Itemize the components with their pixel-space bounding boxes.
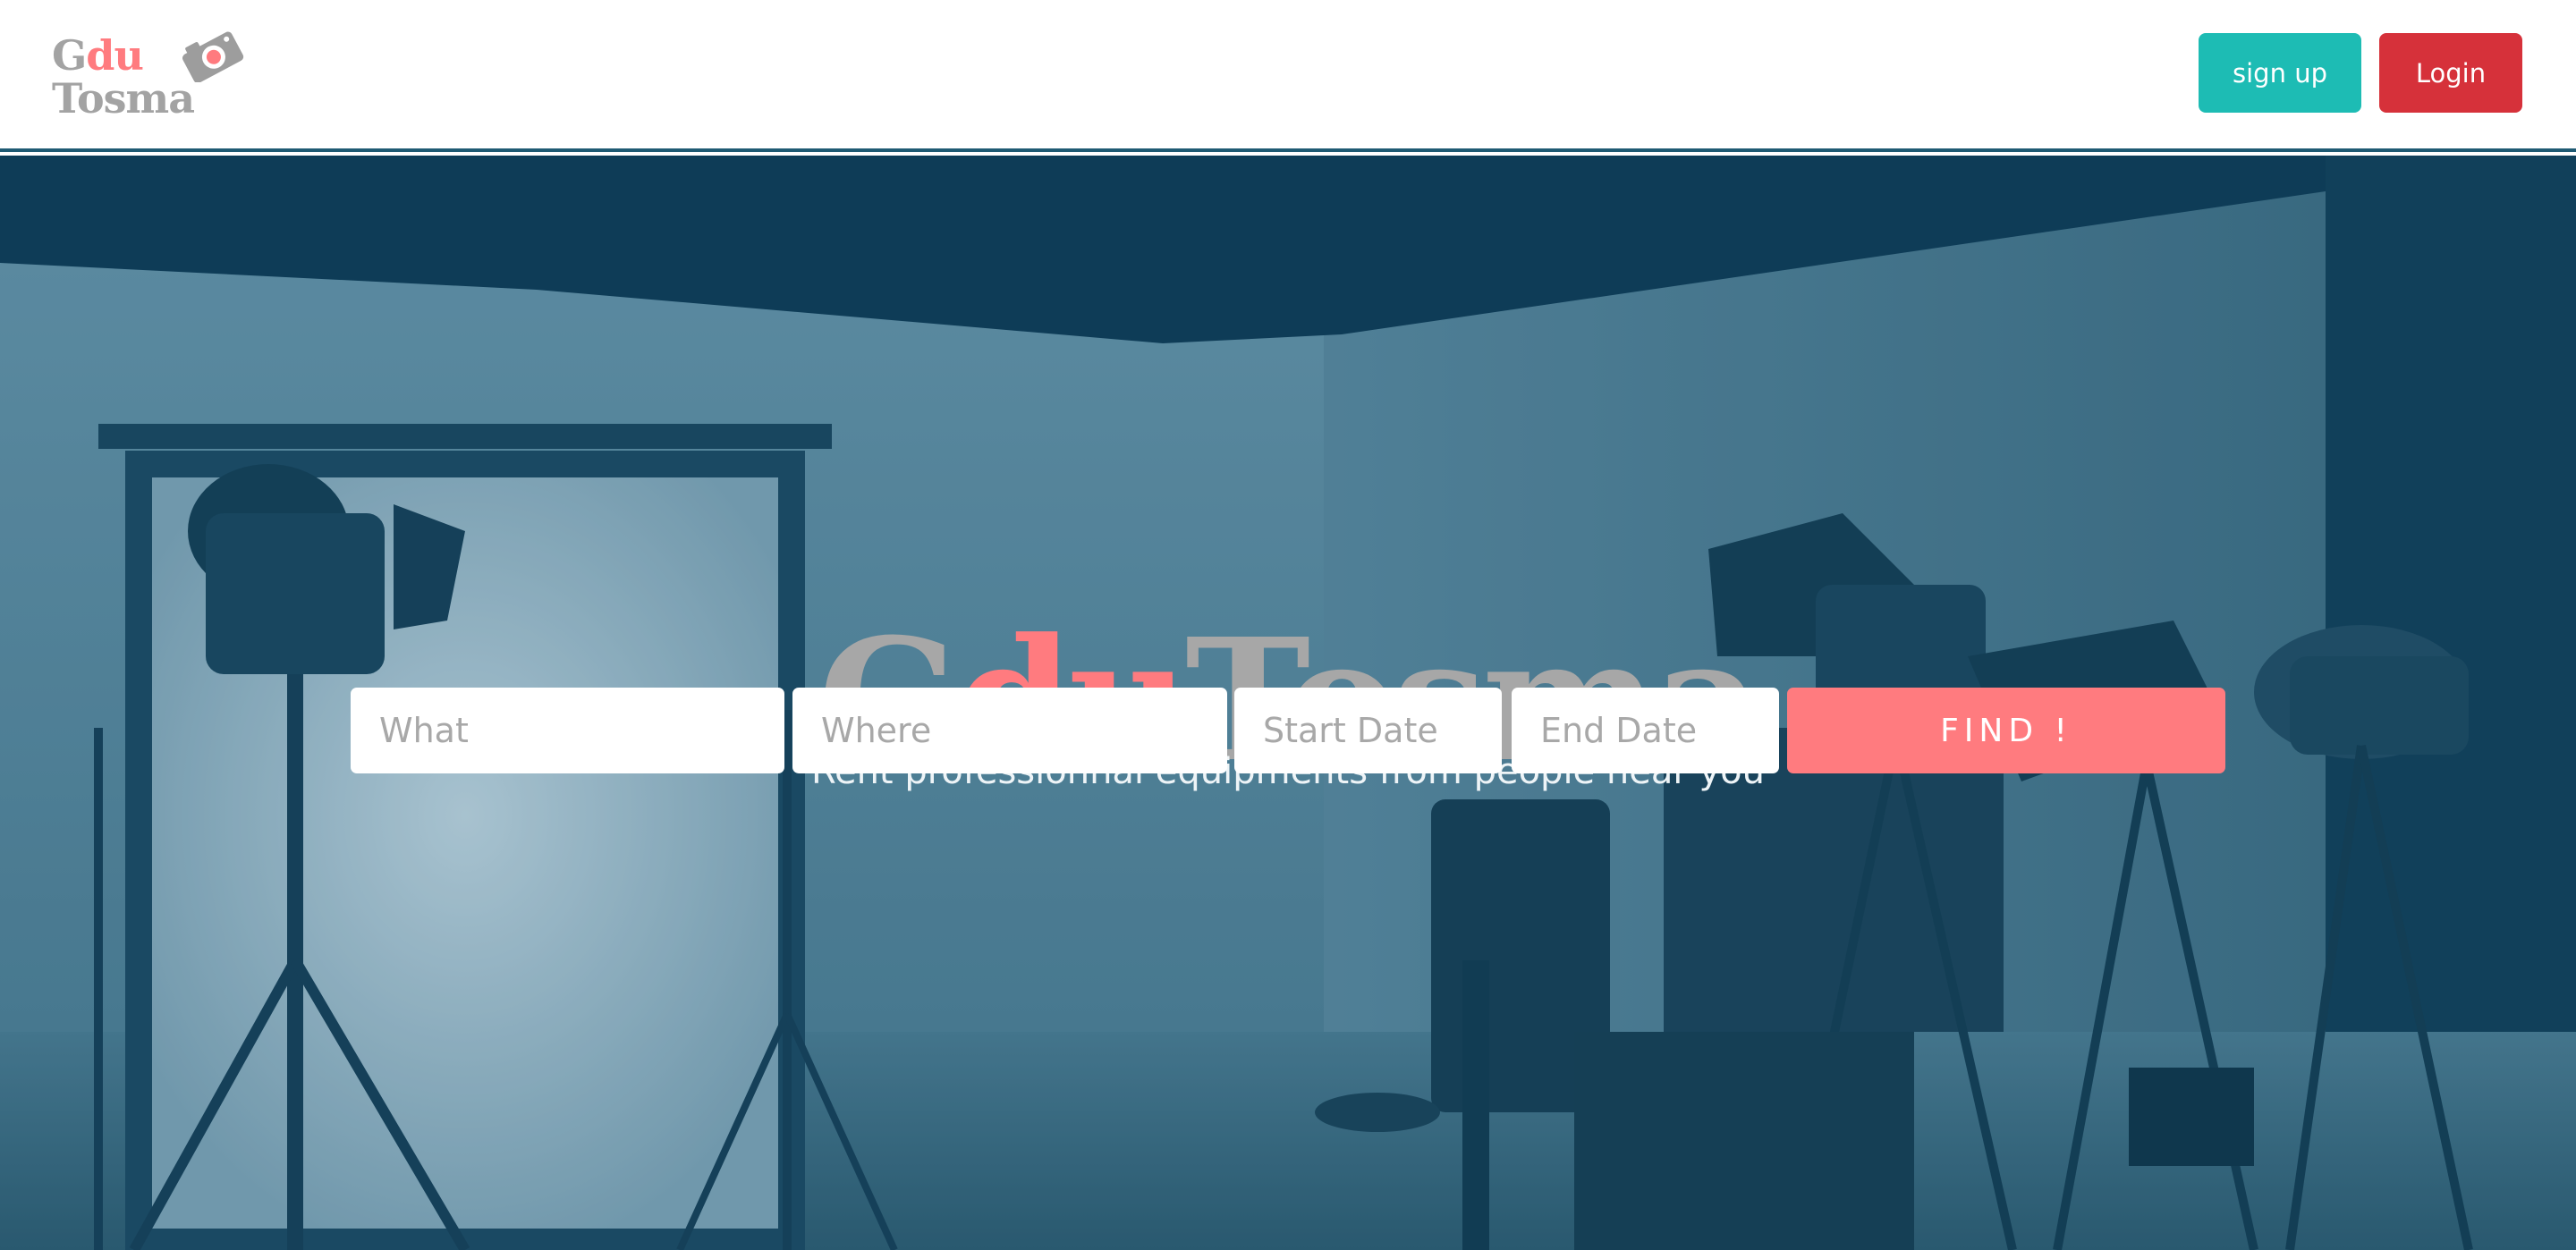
logo-text-line-1: Gdu (52, 31, 144, 80)
what-input[interactable] (351, 688, 784, 773)
signup-button[interactable]: sign up (2199, 33, 2361, 113)
end-date-input[interactable] (1512, 688, 1779, 773)
where-input[interactable] (792, 688, 1227, 773)
site-logo[interactable]: Gdu Tosma (52, 25, 244, 125)
camera-icon (182, 31, 244, 82)
logo-text-line-2: Tosma (52, 74, 195, 122)
top-navbar: Gdu Tosma sign up Login (0, 0, 2576, 152)
login-button[interactable]: Login (2379, 33, 2522, 113)
find-button[interactable]: FIND ! (1787, 688, 2225, 773)
start-date-input[interactable] (1234, 688, 1502, 773)
